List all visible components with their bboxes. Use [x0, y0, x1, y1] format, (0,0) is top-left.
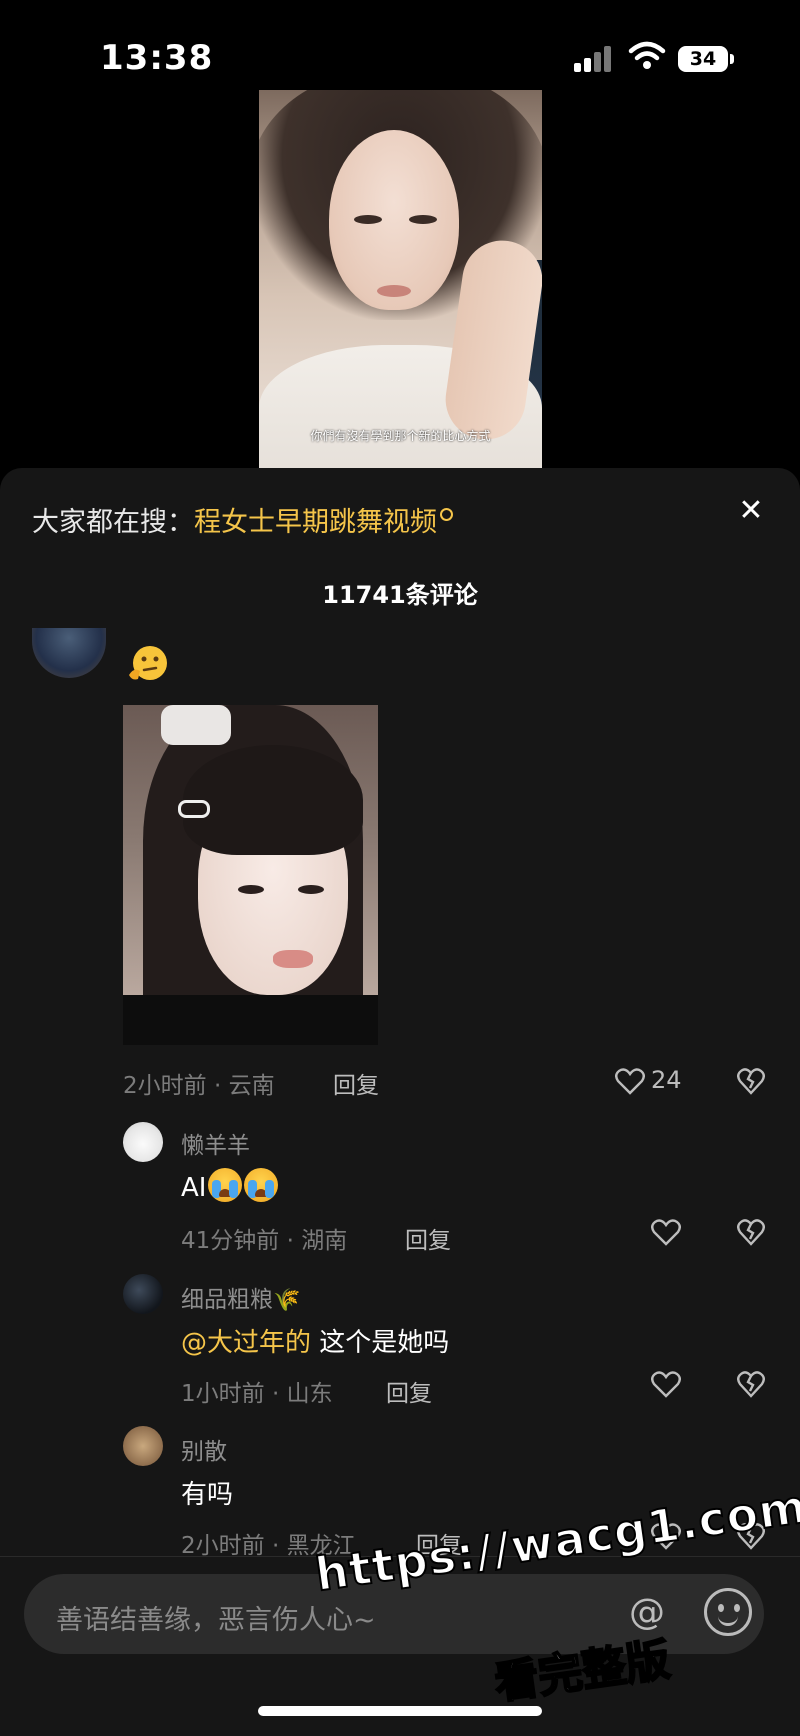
close-icon[interactable]: ✕: [736, 496, 766, 526]
wifi-icon: [628, 41, 666, 69]
battery-nub: [730, 54, 734, 64]
reply-button[interactable]: 回复: [333, 1066, 379, 1100]
search-query[interactable]: 程女士早期跳舞视频: [194, 507, 437, 538]
search-suggestion[interactable]: 大家都在搜：程女士早期跳舞视频: [32, 500, 453, 539]
reply-text: 有吗: [181, 1480, 234, 1510]
heart-icon[interactable]: [651, 1370, 681, 1398]
video-caption: 你們有沒有學到那个新的比心方式: [310, 429, 491, 443]
avatar[interactable]: [123, 1274, 163, 1314]
reply-text: AI: [181, 1168, 279, 1203]
search-icon: [440, 508, 453, 521]
broken-heart-icon[interactable]: [737, 1218, 765, 1246]
comment-image[interactable]: [123, 705, 378, 1045]
comment-count: 11741条评论: [322, 581, 478, 609]
heart-icon[interactable]: [615, 1067, 645, 1095]
comment-meta: 2小时前 · 云南: [123, 1073, 275, 1099]
broken-heart-icon[interactable]: [737, 1370, 765, 1398]
crying-emoji-icon: [244, 1168, 279, 1202]
like-count: 24: [651, 1066, 682, 1094]
crying-emoji-icon: [208, 1168, 243, 1202]
reply-button[interactable]: 回复: [405, 1221, 451, 1255]
battery-level: 34: [678, 46, 728, 72]
emoji-icon[interactable]: [704, 1588, 752, 1636]
wheat-emoji-icon: 🌾: [273, 1288, 301, 1313]
reply-text: @大过年的 这个是她吗: [181, 1328, 450, 1358]
broken-heart-icon[interactable]: [737, 1067, 765, 1095]
mention-link[interactable]: @大过年的: [181, 1328, 311, 1358]
signal-icon: [574, 44, 614, 72]
reply-username[interactable]: 别散: [181, 1432, 227, 1466]
thinking-emoji-icon: [129, 646, 167, 680]
reply-meta: 1小时前 · 山东: [181, 1381, 333, 1407]
reply-username[interactable]: 懒羊羊: [181, 1126, 250, 1160]
comment-input-placeholder[interactable]: 善语结善缘，恶言伤人心~: [56, 1598, 376, 1637]
reply-username[interactable]: 细品粗粮🌾: [181, 1280, 300, 1314]
video-thumbnail[interactable]: 你們有沒有學到那个新的比心方式: [259, 90, 542, 468]
reply-button[interactable]: 回复: [386, 1374, 432, 1408]
status-time: 13:38: [100, 38, 214, 78]
reply-meta: 41分钟前 · 湖南: [181, 1228, 348, 1254]
search-prefix: 大家都在搜：: [32, 507, 194, 538]
avatar[interactable]: [123, 1122, 163, 1162]
heart-icon[interactable]: [651, 1218, 681, 1246]
avatar[interactable]: [123, 1426, 163, 1466]
